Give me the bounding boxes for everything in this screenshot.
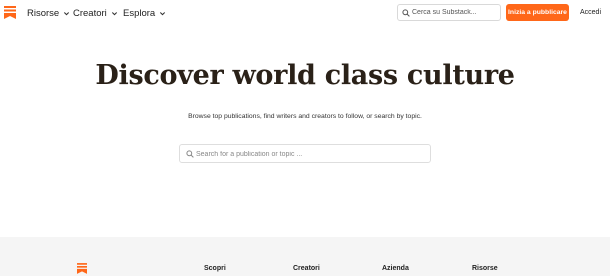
publication-search-input[interactable]	[196, 147, 426, 161]
header-search-input[interactable]	[412, 6, 498, 19]
nav-risorse-menu[interactable]: Risorse	[27, 8, 70, 19]
search-icon	[402, 9, 410, 17]
search-icon	[186, 150, 194, 158]
chevron-down-icon	[111, 12, 117, 16]
nav-esplora-label: Esplora	[123, 8, 156, 19]
chevron-down-icon	[64, 12, 70, 16]
hero-subtitle: Browse top publications, find writers an…	[188, 113, 422, 120]
nav-creatori-menu[interactable]: Creatori	[73, 8, 118, 19]
hero-title: Discover world class culture	[95, 60, 515, 91]
login-link[interactable]: Accedi	[580, 9, 601, 16]
substack-logo-icon[interactable]	[4, 6, 16, 19]
nav-esplora-menu[interactable]: Esplora	[123, 8, 166, 19]
nav-creatori-label: Creatori	[73, 8, 107, 19]
footer: Scopri Creatori Azienda Risorse	[0, 237, 610, 276]
top-navigation: Risorse Creatori Esplora Inizia a pubbli…	[0, 0, 610, 26]
footer-column-risorse: Risorse	[472, 265, 498, 272]
chevron-down-icon	[160, 12, 166, 16]
start-publishing-button[interactable]: Inizia a pubblicare	[506, 4, 569, 21]
publication-search	[179, 144, 431, 163]
header-search	[397, 4, 501, 21]
footer-column-scopri: Scopri	[204, 265, 226, 272]
footer-column-creatori: Creatori	[293, 265, 320, 272]
nav-risorse-label: Risorse	[27, 8, 60, 19]
footer-column-azienda: Azienda	[382, 265, 409, 272]
substack-logo-icon[interactable]	[77, 263, 87, 274]
